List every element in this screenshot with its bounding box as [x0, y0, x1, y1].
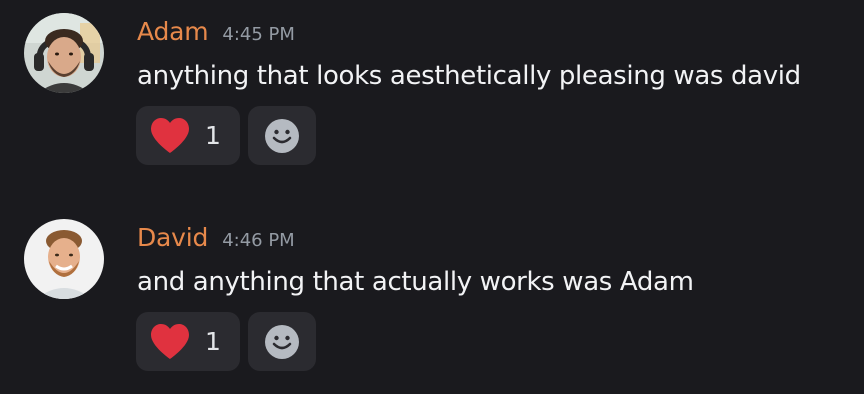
timestamp: 4:45 PM	[222, 24, 295, 45]
avatar[interactable]	[24, 13, 104, 93]
user-avatar-image	[24, 219, 104, 299]
smiley-face-icon	[265, 118, 299, 153]
reaction-count: 1	[205, 121, 221, 150]
add-reaction-button[interactable]	[248, 106, 316, 165]
message-header: David 4:46 PM	[137, 223, 295, 257]
message-header: Adam 4:45 PM	[137, 17, 295, 51]
heart-icon	[151, 117, 189, 153]
user-avatar-image	[24, 13, 104, 93]
message-content: and anything that actually works was Ada…	[137, 267, 694, 297]
heart-reaction-button[interactable]: 1	[136, 312, 240, 371]
username[interactable]: Adam	[137, 17, 209, 46]
heart-reaction-button[interactable]: 1	[136, 106, 240, 165]
message-content: anything that looks aesthetically pleasi…	[137, 61, 801, 91]
heart-icon	[151, 323, 189, 359]
username[interactable]: David	[137, 223, 208, 252]
add-reaction-button[interactable]	[248, 312, 316, 371]
timestamp: 4:46 PM	[222, 230, 295, 251]
smiley-face-icon	[265, 324, 299, 359]
avatar[interactable]	[24, 219, 104, 299]
reactions: 1	[136, 106, 316, 165]
reactions: 1	[136, 312, 316, 371]
reaction-count: 1	[205, 327, 221, 356]
